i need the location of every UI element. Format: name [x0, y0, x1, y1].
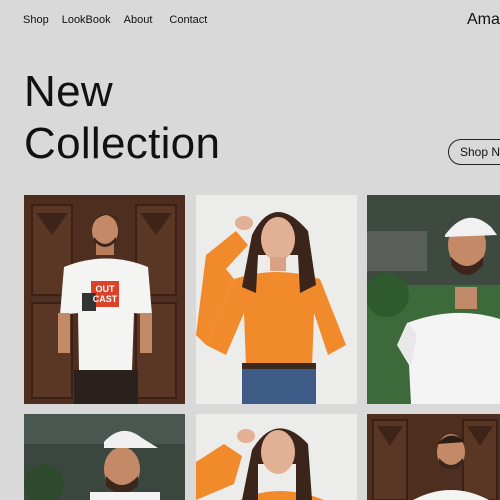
nav-shop[interactable]: Shop — [23, 14, 49, 26]
outdoor-photo — [367, 195, 500, 404]
product-image-door-look[interactable] — [367, 414, 500, 500]
nav-contact[interactable]: Contact — [169, 14, 207, 26]
main-nav: Shop LookBook About Contact — [23, 14, 220, 26]
product-image-white-tee[interactable]: OUT CAST — [24, 195, 185, 404]
nav-lookbook[interactable]: LookBook — [62, 14, 111, 26]
door-photo: OUT CAST — [24, 195, 185, 404]
title-line-1: New — [24, 67, 113, 116]
door-look-photo — [367, 414, 500, 500]
shop-now-button[interactable]: Shop No — [448, 139, 500, 165]
page-title: New Collection — [24, 66, 220, 170]
product-image-cap-look[interactable] — [24, 414, 185, 500]
title-line-2: Collection — [24, 119, 221, 168]
orange-sweater-photo — [196, 195, 357, 404]
product-image-orange-look[interactable] — [196, 414, 357, 500]
product-image-white-cap[interactable] — [367, 195, 500, 404]
shirt-text-out: OUT — [96, 284, 116, 294]
shirt-text-cast: CAST — [93, 294, 118, 304]
nav-about[interactable]: About — [124, 14, 153, 26]
product-image-orange-sweater[interactable] — [196, 195, 357, 404]
brand-logo[interactable]: Ama — [467, 11, 500, 29]
orange-look-photo — [196, 414, 357, 500]
cap-photo — [24, 414, 185, 500]
